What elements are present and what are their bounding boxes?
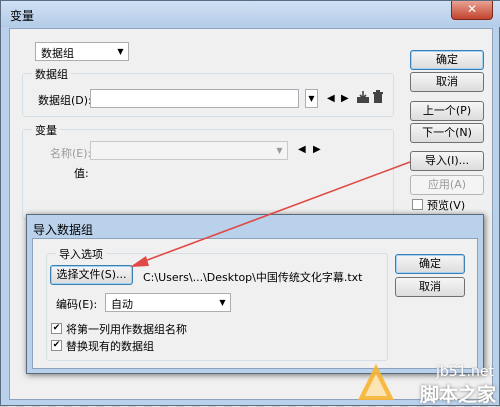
encoding-value: 自动 — [111, 298, 133, 311]
preview-checkbox[interactable] — [412, 199, 423, 210]
import-ok-button[interactable]: 确定 — [395, 254, 465, 274]
preview-label: 预览(V) — [427, 199, 466, 212]
first-column-checkbox[interactable]: ✔ — [51, 323, 62, 334]
trash-icon[interactable] — [372, 90, 384, 104]
data-set-label: 数据组(D): — [38, 94, 92, 107]
window-title-bar[interactable]: 变量 — [1, 1, 500, 27]
ok-button[interactable]: 确定 — [410, 50, 484, 70]
watermark-site: jb51.net — [435, 364, 494, 380]
chevron-down-icon: ▼ — [117, 47, 124, 56]
window-close-button[interactable]: ✕ — [451, 1, 493, 20]
previous-set-icon[interactable]: ◀ — [327, 93, 335, 105]
encoding-select[interactable]: 自动 ▼ — [105, 293, 231, 312]
previous-button[interactable]: 上一个(P) — [410, 101, 484, 121]
mode-select-value: 数据组 — [41, 47, 74, 60]
next-set-icon[interactable]: ▶ — [341, 93, 349, 105]
previous-variable-icon[interactable]: ◀ — [298, 144, 306, 156]
mode-select[interactable]: 数据组 ▼ — [35, 42, 129, 61]
variable-group-legend: 变量 — [32, 122, 60, 138]
import-dialog-title-bar[interactable]: 导入数据组 — [27, 215, 483, 237]
window-title: 变量 — [10, 9, 35, 23]
first-column-label: 将第一列用作数据组名称 — [66, 323, 187, 336]
watermark: jb51.net 脚本之家 — [350, 360, 500, 406]
chevron-down-icon: ▼ — [308, 94, 315, 103]
next-variable-icon[interactable]: ▶ — [313, 144, 321, 156]
encoding-label: 编码(E): — [56, 298, 98, 311]
watermark-name: 脚本之家 — [419, 384, 496, 406]
import-options-legend: 导入选项 — [56, 246, 106, 262]
variable-name-select[interactable]: ▼ — [90, 141, 288, 160]
variable-value-label: 值: — [74, 167, 89, 180]
replace-checkbox[interactable]: ✔ — [51, 340, 62, 351]
variable-name-label: 名称(E): — [50, 147, 92, 160]
watermark-logo-icon — [358, 364, 394, 400]
import-dialog-client: 导入选项 选择文件(S)... C:\Users\...\Desktop\中国传… — [32, 238, 478, 369]
import-dialog-title: 导入数据组 — [33, 223, 94, 237]
close-icon: ✕ — [466, 2, 478, 16]
cancel-button[interactable]: 取消 — [410, 72, 484, 92]
data-set-group-legend: 数据组 — [32, 66, 71, 82]
import-button[interactable]: 导入(I)... — [410, 151, 484, 171]
file-path-text: C:\Users\...\Desktop\中国传统文化字幕.txt — [143, 271, 363, 284]
replace-label: 替换现有的数据组 — [66, 340, 154, 353]
data-set-field[interactable] — [90, 89, 299, 108]
import-cancel-button[interactable]: 取消 — [395, 277, 465, 297]
save-set-icon[interactable] — [356, 90, 370, 104]
choose-file-button[interactable]: 选择文件(S)... — [50, 265, 133, 285]
apply-button[interactable]: 应用(A) — [410, 175, 484, 195]
chevron-down-icon: ▼ — [219, 298, 226, 307]
next-button[interactable]: 下一个(N) — [410, 123, 484, 143]
chevron-down-icon: ▼ — [276, 146, 283, 155]
import-dialog: 导入数据组 导入选项 选择文件(S)... C:\Users\...\Deskt… — [26, 214, 484, 374]
data-set-dropdown[interactable]: ▼ — [305, 89, 318, 108]
